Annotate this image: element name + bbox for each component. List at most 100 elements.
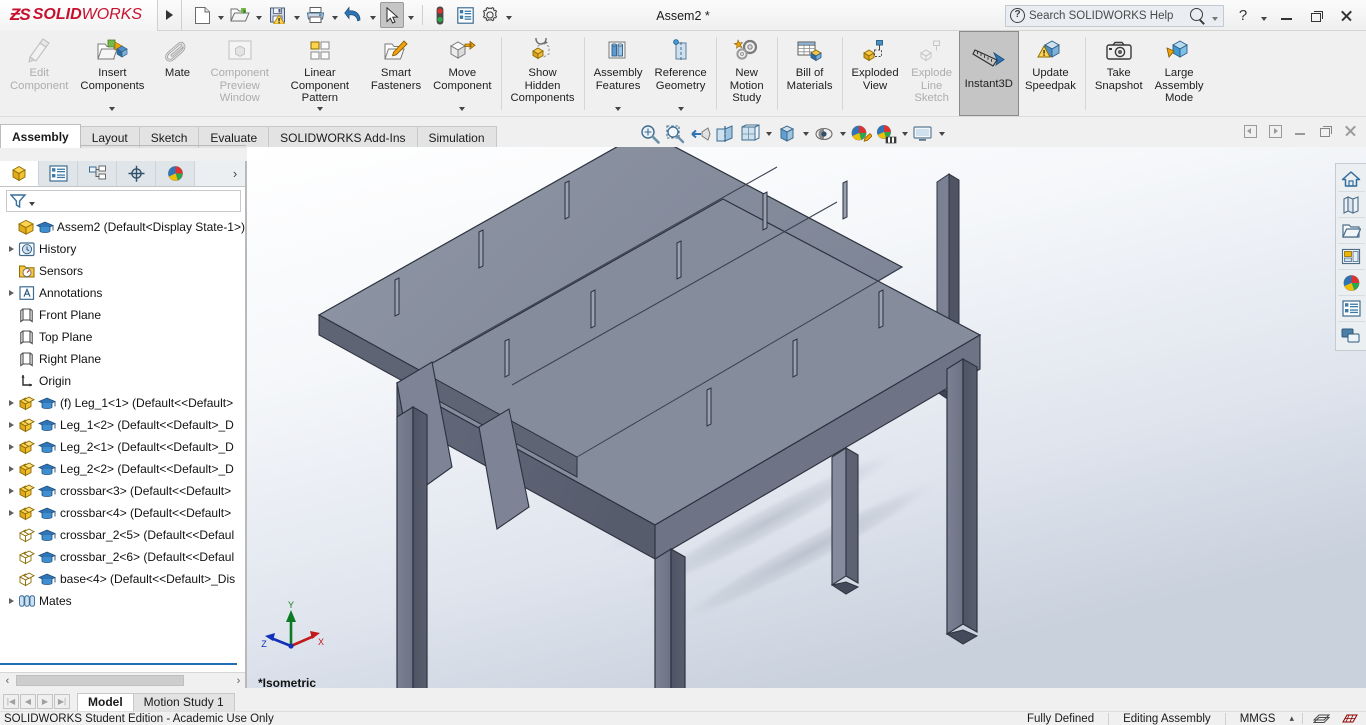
display-style-button[interactable] [775,122,799,146]
graphics-viewport[interactable] [247,147,1366,688]
print-dropdown[interactable] [329,2,341,28]
view-palette-button[interactable] [1337,270,1365,296]
tree-node-base-4[interactable]: base<4> (Default<<Default>_Dis [4,568,245,590]
tree-node-crossbar2-6[interactable]: crossbar_2<6> (Default<<Defaul [4,546,245,568]
restore-window-button[interactable] [1302,3,1330,29]
status-units[interactable]: MMGS [1224,712,1290,725]
bottom-tab-motion-study[interactable]: Motion Study 1 [132,692,235,711]
tree-node-history[interactable]: History [4,238,245,260]
expander-arrow[interactable] [4,598,18,604]
feature-manager-tab[interactable] [0,161,39,186]
scroll-left-button[interactable]: ‹ [0,675,15,687]
ribbon-mate[interactable]: Mate [150,31,204,116]
tree-horizontal-scrollbar[interactable]: ‹ › [0,672,246,688]
expander-arrow[interactable] [4,422,18,428]
display-style-dropdown[interactable] [800,122,811,146]
ribbon-smart-fasteners[interactable]: Smart Fasteners [365,31,427,116]
next-tab-button[interactable]: ▶ [37,694,53,709]
save-document-dropdown[interactable] [291,2,303,28]
ribbon-update-speedpak[interactable]: Update Speedpak [1019,31,1082,116]
ribbon-dropdown[interactable] [459,105,466,115]
search-dropdown[interactable] [1209,3,1221,29]
scrollbar-thumb[interactable] [16,675,184,686]
ribbon-explode-line-sketch[interactable]: Explode Line Sketch [905,31,959,116]
close-document-button[interactable] [1340,121,1360,141]
view-home-button[interactable] [1337,166,1365,192]
ribbon-bill-of-materials[interactable]: Bill of Materials [781,31,839,116]
tree-node-mates[interactable]: Mates [4,590,245,612]
bottom-tab-model[interactable]: Model [77,692,134,711]
ribbon-dropdown[interactable] [109,105,116,115]
help-button[interactable]: ? [1230,3,1256,29]
file-properties-button[interactable] [453,2,477,28]
tree-node-leg2-2[interactable]: Leg_2<2> (Default<<Default>_D [4,458,245,480]
configuration-manager-tab[interactable] [78,161,117,186]
close-window-button[interactable] [1332,3,1360,29]
minimize-document-button[interactable] [1290,121,1310,141]
tree-filter-input[interactable] [35,193,240,209]
tree-node-annotations[interactable]: Annotations [4,282,245,304]
section-view-button[interactable] [713,122,737,146]
search-icon[interactable] [1189,7,1207,25]
property-manager-tab[interactable] [39,161,78,186]
tree-node-crossbar-4[interactable]: crossbar<4> (Default<<Default> [4,502,245,524]
apply-scene-dropdown[interactable] [899,122,910,146]
new-document-button[interactable] [190,2,214,28]
hide-show-items-dropdown[interactable] [837,122,848,146]
expander-arrow[interactable] [4,246,18,252]
apply-scene-button[interactable] [874,122,898,146]
tree-node-front-plane[interactable]: Front Plane [4,304,245,326]
options-button[interactable] [478,2,502,28]
help-search-box[interactable]: ? Search SOLIDWORKS Help [1005,3,1224,29]
tree-node-leg1-1[interactable]: (f) Leg_1<1> (Default<<Default> [4,392,245,414]
expander-arrow[interactable] [4,400,18,406]
open-document-dropdown[interactable] [253,2,265,28]
tree-node-leg2-1[interactable]: Leg_2<1> (Default<<Default>_D [4,436,245,458]
tab-solidworks-add-ins[interactable]: SOLIDWORKS Add-Ins [268,126,418,148]
menu-expand-button[interactable] [158,0,182,31]
prev-tab-button[interactable]: ◀ [20,694,36,709]
view-settings-dropdown[interactable] [936,122,947,146]
tree-node-origin[interactable]: Origin [4,370,245,392]
select-tool-button[interactable] [380,2,404,28]
print-button[interactable] [304,2,328,28]
ribbon-dropdown[interactable] [615,105,622,115]
ribbon-new-motion-study[interactable]: New Motion Study [720,31,774,116]
tab-assembly[interactable]: Assembly [0,124,81,148]
ribbon-large-assembly-mode[interactable]: Large Assembly Mode [1149,31,1210,116]
expander-arrow[interactable] [4,290,18,296]
grid-icon[interactable] [1340,713,1366,724]
last-tab-button[interactable]: ▶| [54,694,70,709]
open-document-button[interactable] [228,2,252,28]
dimxpert-manager-tab[interactable] [117,161,156,186]
ribbon-exploded-view[interactable]: Exploded View [846,31,905,116]
search-input[interactable]: Search SOLIDWORKS Help [1029,10,1187,22]
solidworks-logo[interactable]: ƵS SOLID WORKS [0,0,158,31]
rebuild-button[interactable] [428,2,452,28]
units-caret-icon[interactable]: ▴ [1289,713,1302,724]
design-library-button[interactable] [1337,218,1365,244]
ribbon-linear-component-pattern[interactable]: Linear Component Pattern [275,31,365,116]
undo-dropdown[interactable] [367,2,379,28]
ribbon-component-preview-window[interactable]: Component Preview Window [204,31,274,116]
edit-appearance-button[interactable] [849,122,873,146]
ribbon-show-hidden-components[interactable]: Show Hidden Components [505,31,581,116]
previous-view-button[interactable] [688,122,712,146]
tree-node-right-plane[interactable]: Right Plane [4,348,245,370]
prev-pane-button[interactable] [1240,121,1260,141]
zoom-to-area-button[interactable] [663,122,687,146]
sheet-stack-icon[interactable] [1302,713,1340,724]
select-tool-dropdown[interactable] [405,2,417,28]
expander-arrow[interactable] [4,444,18,450]
view-settings-button[interactable] [911,122,935,146]
ribbon-insert-components[interactable]: Insert Components [74,31,150,116]
solidworks-resources-button[interactable] [1337,192,1365,218]
ribbon-edit-component[interactable]: Edit Component [4,31,74,116]
custom-properties-button[interactable] [1338,322,1365,348]
view-orientation-dropdown[interactable] [763,122,774,146]
undo-button[interactable] [342,2,366,28]
file-explorer-button[interactable] [1337,244,1365,270]
ribbon-instant3d[interactable]: Instant3D [958,31,1019,116]
ribbon-move-component[interactable]: Move Component [427,31,497,116]
ribbon-assembly-features[interactable]: Assembly Features [588,31,649,116]
